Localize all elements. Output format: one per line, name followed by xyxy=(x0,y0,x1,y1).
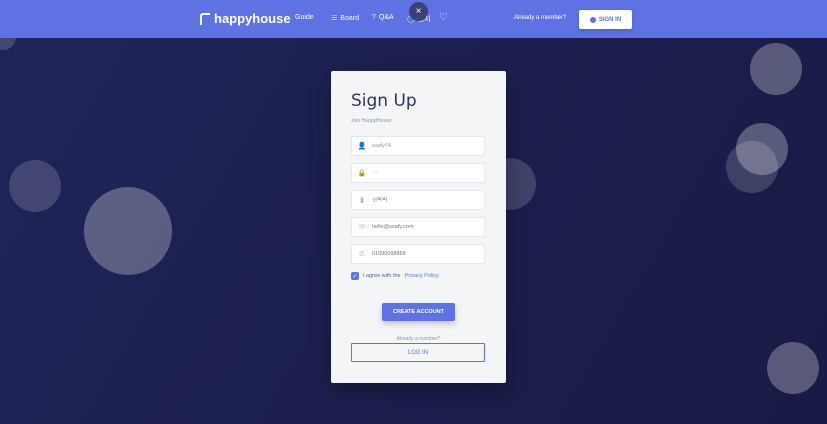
decor-bubble xyxy=(767,342,819,394)
heart-icon: ♡ xyxy=(439,12,448,23)
nav-qna[interactable]: ? Q&A xyxy=(372,14,394,21)
email-input[interactable] xyxy=(372,224,472,230)
create-account-button[interactable]: CREATE ACCOUNT xyxy=(382,303,455,321)
name-input[interactable] xyxy=(372,197,472,203)
password-input[interactable] xyxy=(372,170,472,176)
email-icon: ✉ xyxy=(359,224,365,231)
page-title: Sign Up xyxy=(351,91,417,111)
member-prompt: Already a member? xyxy=(514,15,567,21)
agree-text: I agree with the xyxy=(363,273,401,279)
password-field[interactable]: 🔒 xyxy=(351,163,485,183)
brand-logo[interactable]: happyhouse xyxy=(200,11,291,26)
signup-card: Sign Up Join HappyHouse! 👤 🔒 ▮ ✉ ✆ ✓ I a… xyxy=(331,71,506,383)
decor-bubble xyxy=(9,160,61,212)
already-member-text: Already a member? xyxy=(396,336,441,342)
name-icon: ▮ xyxy=(360,197,364,204)
log-in-button[interactable]: LOG IN xyxy=(351,343,485,362)
page-subtitle: Join HappyHouse! xyxy=(351,118,392,124)
navbar: happyhouse Guide ☰ Board ? Q&A ◯ 공지 ♡ × … xyxy=(0,0,827,38)
privacy-agreement: ✓ I agree with the Privacy Policy xyxy=(351,272,439,280)
phone-input[interactable] xyxy=(372,251,472,257)
email-field[interactable]: ✉ xyxy=(351,217,485,237)
decor-bubble xyxy=(726,141,778,193)
close-button[interactable]: × xyxy=(409,2,428,21)
nav-guide[interactable]: Guide xyxy=(295,14,314,21)
house-icon xyxy=(200,12,210,25)
decor-bubble xyxy=(84,187,172,275)
list-icon: ☰ xyxy=(331,15,338,22)
privacy-policy-link[interactable]: Privacy Policy xyxy=(405,273,439,279)
nav-qna-label: Q&A xyxy=(378,14,394,21)
nav-board[interactable]: ☰ Board xyxy=(331,14,359,23)
lock-icon: 🔒 xyxy=(357,170,367,177)
user-circle-icon xyxy=(589,16,596,23)
id-field[interactable]: 👤 xyxy=(351,136,485,156)
question-icon: ? xyxy=(372,14,376,21)
id-input[interactable] xyxy=(372,143,472,149)
user-icon: 👤 xyxy=(357,143,367,150)
sign-in-button[interactable]: SIGN IN xyxy=(579,10,632,29)
nav-guide-label: Guide xyxy=(295,14,314,21)
name-field[interactable]: ▮ xyxy=(351,190,485,210)
brand-name: happyhouse xyxy=(214,11,291,26)
nav-board-label: Board xyxy=(340,14,359,22)
nav-favorites[interactable]: ♡ xyxy=(439,12,451,23)
phone-icon: ✆ xyxy=(359,251,365,258)
decor-bubble xyxy=(750,43,802,95)
sign-in-label: SIGN IN xyxy=(598,16,622,23)
agree-checkbox[interactable]: ✓ xyxy=(351,272,359,280)
close-icon: × xyxy=(415,6,422,17)
phone-field[interactable]: ✆ xyxy=(351,244,485,264)
